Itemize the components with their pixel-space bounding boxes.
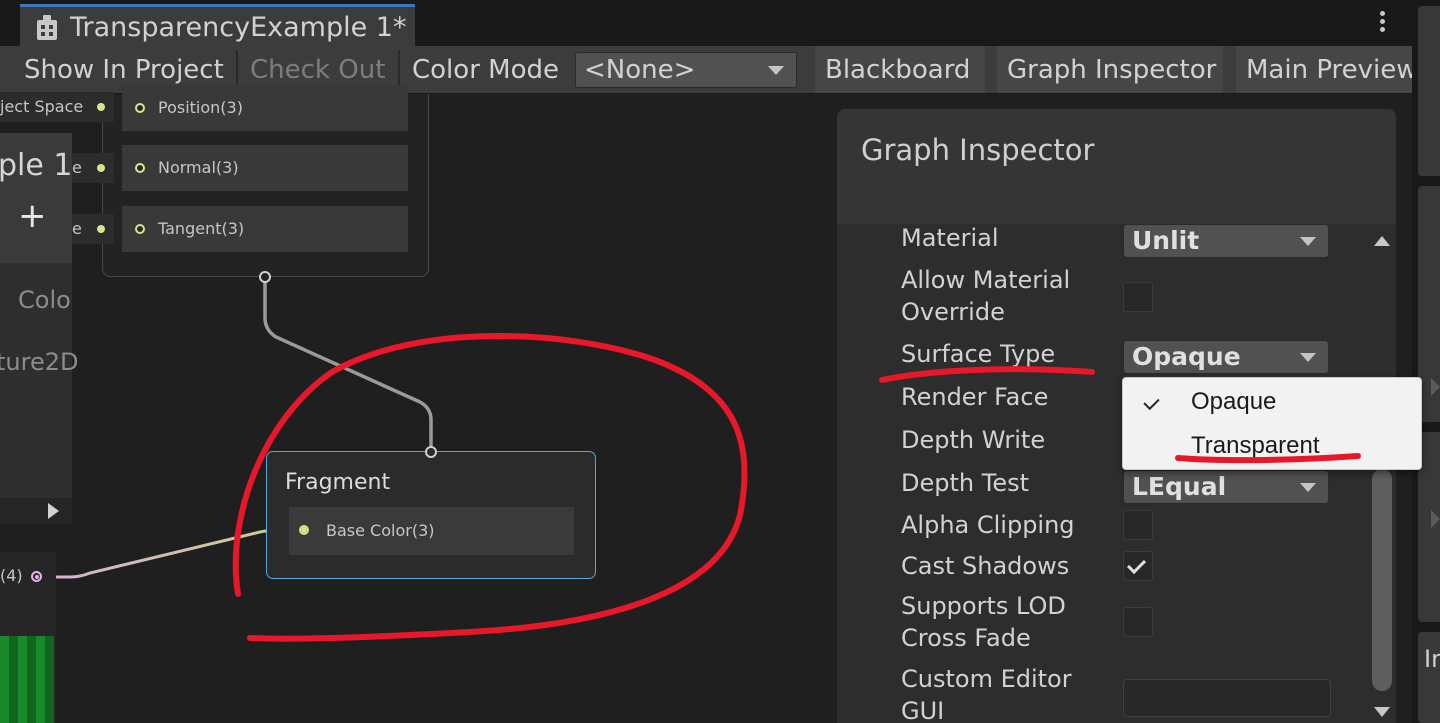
allow-material-override-checkbox[interactable] [1123, 282, 1153, 312]
chevron-down-icon [768, 66, 784, 75]
port-dot-icon [97, 225, 105, 233]
block-base-color[interactable]: Base Color(3) [289, 507, 574, 555]
shader-graph-icon [37, 15, 57, 40]
menu-item-label: Transparent [1191, 432, 1320, 459]
custom-editor-gui-label: Custom Editor GUI [901, 665, 1072, 723]
allow-material-override-label: Allow Material Override [901, 266, 1071, 326]
port-dot-icon [97, 103, 105, 111]
vector3-input-port[interactable] [135, 103, 145, 113]
expand-arrow-icon[interactable] [1431, 378, 1440, 396]
supports-lod-cross-fade-label: Supports LOD Cross Fade [901, 592, 1066, 652]
vector3-input-port[interactable] [135, 163, 145, 173]
vertex-flow-output-port[interactable] [259, 271, 271, 283]
block-tangent[interactable]: Tangent(3) [122, 206, 408, 252]
color-mode-dropdown[interactable]: <None> [575, 52, 797, 88]
render-face-label: Render Face [901, 383, 1049, 411]
material-value: Unlit [1132, 226, 1200, 255]
tab-transparency-example[interactable]: TransparencyExample 1* [20, 4, 415, 46]
node-port-label: ture2D [0, 348, 79, 376]
fragment-flow-input-port[interactable] [425, 446, 437, 458]
node-port-label: Colo [18, 286, 71, 314]
surface-type-dropdown[interactable]: Opaque [1123, 340, 1329, 374]
chevron-down-icon [1300, 237, 1316, 246]
surface-type-value: Opaque [1132, 342, 1241, 371]
input-chip-label: ject Space [0, 97, 84, 116]
supports-lod-cross-fade-checkbox[interactable] [1123, 607, 1153, 637]
menu-item-label: Opaque [1191, 388, 1277, 415]
node-title: ple 1 [0, 148, 73, 183]
input-chip-label: e [72, 158, 82, 177]
main-preview-toggle[interactable]: Main Preview [1236, 46, 1412, 93]
preview-expand-icon[interactable] [48, 503, 59, 519]
texture-preview [0, 636, 54, 723]
menu-item-opaque[interactable]: Opaque [1123, 382, 1421, 426]
depth-write-label: Depth Write [901, 426, 1046, 454]
menu-item-transparent[interactable]: Transparent [1123, 426, 1421, 470]
block-label: Position(3) [158, 98, 243, 117]
cast-shadows-checkbox[interactable] [1123, 551, 1153, 581]
input-chip-label: e [72, 219, 82, 238]
block-label: Base Color(3) [326, 521, 435, 540]
surface-type-label: Surface Type [901, 340, 1056, 368]
add-icon[interactable]: + [18, 196, 47, 236]
input-chip[interactable]: ject Space [0, 92, 114, 122]
edge-partial-label: In [1424, 645, 1440, 673]
block-label: Tangent(3) [158, 219, 245, 238]
kebab-menu-icon[interactable] [1372, 8, 1392, 38]
scroll-up-arrow-icon[interactable] [1374, 236, 1390, 246]
side-panel-tab[interactable] [1418, 6, 1440, 176]
material-label: Material [901, 224, 999, 252]
inspector-header[interactable]: Graph Inspector [837, 109, 1396, 224]
fragment-title: Fragment [285, 470, 391, 495]
scrollbar-thumb[interactable] [1372, 469, 1392, 691]
custom-editor-gui-field[interactable] [1123, 679, 1331, 717]
inspector-title: Graph Inspector [861, 133, 1095, 167]
surface-type-menu: Opaque Transparent [1122, 377, 1422, 470]
depth-test-value: LEqual [1132, 472, 1227, 501]
block-position[interactable]: Position(3) [122, 85, 408, 131]
input-chip[interactable]: e [72, 153, 114, 183]
block-label: Normal(3) [158, 158, 239, 177]
fragment-context[interactable]: Fragment Base Color(3) [266, 451, 596, 579]
scroll-down-arrow-icon[interactable] [1374, 707, 1390, 717]
cast-shadows-label: Cast Shadows [901, 552, 1070, 580]
output-port-label: (4) [0, 566, 23, 585]
material-dropdown[interactable]: Unlit [1123, 224, 1329, 258]
depth-test-label: Depth Test [901, 469, 1029, 497]
shader-graph-window: TransparencyExample 1* Show In Project C… [0, 0, 1440, 723]
color-mode-value: <None> [584, 55, 696, 85]
edge-color-to-base-color [42, 528, 291, 579]
alpha-clipping-label: Alpha Clipping [901, 511, 1075, 539]
node-footer [0, 498, 72, 524]
depth-test-dropdown[interactable]: LEqual [1123, 470, 1329, 504]
checkmark-icon [1126, 555, 1147, 575]
port-dot-icon [97, 164, 105, 172]
alpha-clipping-checkbox[interactable] [1123, 510, 1153, 540]
input-chip[interactable]: e [72, 214, 114, 244]
color-mode-label: Color Mode [412, 54, 559, 85]
chevron-down-icon [1300, 353, 1316, 362]
edge-vertex-to-fragment [263, 278, 433, 452]
vector3-input-port[interactable] [135, 224, 145, 234]
chevron-down-icon [1300, 483, 1316, 492]
tab-bar: TransparencyExample 1* [0, 0, 1412, 46]
block-normal[interactable]: Normal(3) [122, 145, 408, 191]
port-connected-dot-icon [301, 527, 307, 533]
tab-title: TransparencyExample 1* [70, 12, 407, 43]
blackboard-toggle[interactable]: Blackboard [815, 46, 985, 93]
expand-arrow-icon[interactable] [1431, 510, 1440, 528]
vector4-output-port[interactable] [31, 571, 42, 582]
checkmark-icon [1143, 393, 1160, 411]
graph-inspector-toggle[interactable]: Graph Inspector [997, 46, 1223, 93]
